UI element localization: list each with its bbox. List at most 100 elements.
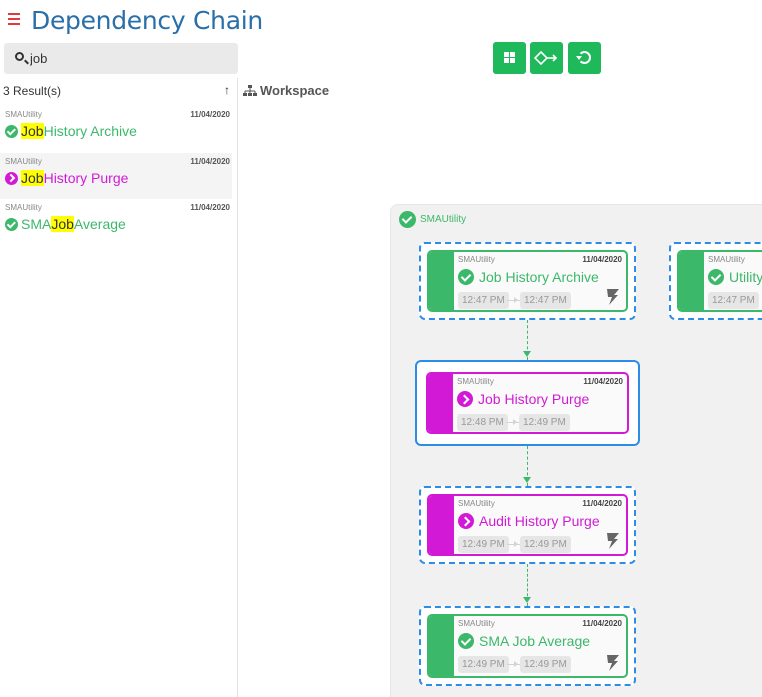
- job-node[interactable]: SMAUtility 11/04/2020 Audit History Purg…: [419, 486, 636, 564]
- job-node[interactable]: SMAUtility Utility 12:47 PM: [669, 242, 762, 320]
- job-card: SMAUtility 11/04/2020 Audit History Purg…: [427, 494, 628, 556]
- job-group: SMAUtility: [457, 377, 494, 386]
- job-group: SMAUtility: [458, 255, 495, 264]
- bolt-icon: [607, 655, 619, 671]
- job-name: Utility: [708, 269, 762, 285]
- job-group: SMAUtility: [708, 255, 745, 264]
- job-name-text: Utility: [729, 269, 762, 285]
- running-icon: [458, 513, 474, 529]
- bolt-icon: [607, 289, 619, 305]
- end-time: 12:49 PM: [520, 656, 571, 673]
- result-item[interactable]: SMAUtility 11/04/2020 SMA Job Average: [0, 199, 232, 245]
- workspace-label: Workspace: [243, 83, 329, 98]
- result-date: 11/04/2020: [190, 203, 230, 212]
- running-icon: [5, 171, 18, 185]
- success-icon: [5, 124, 18, 138]
- result-name: Job History Archive: [5, 123, 137, 139]
- running-icon: [457, 391, 473, 407]
- result-name-post: Average: [73, 216, 126, 232]
- job-group: SMAUtility: [458, 619, 495, 628]
- job-node[interactable]: SMAUtility 11/04/2020 Job History Archiv…: [419, 242, 636, 320]
- job-card: SMAUtility 11/04/2020 Job History Archiv…: [427, 250, 628, 312]
- diamond-arrow-icon: [534, 50, 558, 66]
- group-name: SMAUtility: [420, 214, 467, 225]
- job-group: SMAUtility: [458, 499, 495, 508]
- result-group: SMAUtility: [5, 203, 42, 212]
- dependency-arrow: [523, 320, 531, 360]
- start-time: 12:49 PM: [458, 536, 509, 553]
- arrow-right-icon: [507, 541, 520, 547]
- job-name-text: Job History Purge: [478, 391, 590, 407]
- success-icon: [458, 269, 474, 285]
- job-date: 11/04/2020: [583, 377, 623, 386]
- arrow-right-icon: [507, 661, 520, 667]
- layout-button[interactable]: [530, 42, 563, 74]
- result-name-pre: SMA: [21, 216, 52, 232]
- sitemap-icon: [243, 84, 257, 96]
- start-time: 12:47 PM: [708, 292, 759, 309]
- search-box[interactable]: [4, 43, 238, 74]
- workspace-label-text: Workspace: [260, 83, 330, 98]
- job-node[interactable]: SMAUtility 11/04/2020 SMA Job Average 12…: [419, 606, 636, 686]
- grid-view-button[interactable]: [493, 42, 526, 74]
- result-date: 11/04/2020: [190, 110, 230, 119]
- search-icon: [15, 52, 24, 61]
- job-name: SMA Job Average: [458, 633, 590, 649]
- start-time: 12:47 PM: [458, 292, 509, 309]
- job-name-text: Job History Archive: [479, 269, 599, 285]
- arrow-right-icon: [507, 297, 520, 303]
- sort-arrow-icon[interactable]: ↑: [224, 83, 230, 97]
- results-panel: 3 Result(s) ↑ SMAUtility 11/04/2020 Job …: [0, 78, 238, 697]
- start-time: 12:49 PM: [458, 656, 509, 673]
- search-input[interactable]: [30, 49, 230, 68]
- end-time: 12:49 PM: [519, 414, 570, 431]
- result-date: 11/04/2020: [190, 157, 230, 166]
- job-name-text: Audit History Purge: [479, 513, 600, 529]
- status-bar: [679, 252, 704, 310]
- result-item[interactable]: SMAUtility 11/04/2020 Job History Archiv…: [0, 106, 232, 152]
- search-highlight: Job: [21, 123, 44, 139]
- success-icon: [399, 211, 416, 228]
- dependency-arrow: [523, 564, 531, 606]
- dependency-arrow: [523, 446, 531, 486]
- header: Dependency Chain: [0, 0, 762, 40]
- job-date: 11/04/2020: [582, 255, 622, 264]
- success-icon: [5, 217, 18, 231]
- arrow-right-icon: [506, 419, 519, 425]
- result-name: SMA Job Average: [5, 216, 126, 232]
- search-highlight: Job: [21, 170, 44, 186]
- job-date: 11/04/2020: [582, 499, 622, 508]
- group-header: SMAUtility: [399, 211, 466, 228]
- bolt-icon: [607, 533, 619, 549]
- result-name-post: History Archive: [43, 123, 137, 139]
- refresh-button[interactable]: [568, 42, 601, 74]
- page-title: Dependency Chain: [31, 6, 263, 35]
- job-name: Audit History Purge: [458, 513, 600, 529]
- dependency-chain-app: Dependency Chain 3 Result(s) ↑ SMAUtilit…: [0, 0, 762, 697]
- result-name-post: History Purge: [43, 170, 129, 186]
- status-bar: [429, 616, 454, 676]
- refresh-icon: [576, 51, 591, 64]
- end-time: 12:49 PM: [520, 536, 571, 553]
- success-icon: [458, 633, 474, 649]
- start-time: 12:48 PM: [457, 414, 508, 431]
- job-card: SMAUtility 11/04/2020 SMA Job Average 12…: [427, 614, 628, 678]
- status-bar: [429, 496, 454, 554]
- job-name-text: SMA Job Average: [479, 633, 591, 649]
- job-name: Job History Archive: [458, 269, 599, 285]
- results-count: 3 Result(s): [3, 84, 62, 98]
- job-node-selected[interactable]: SMAUtility 11/04/2020 Job History Purge …: [415, 360, 640, 446]
- status-bar: [429, 252, 454, 310]
- result-group: SMAUtility: [5, 110, 42, 119]
- job-name: Job History Purge: [457, 391, 589, 407]
- result-item[interactable]: SMAUtility 11/04/2020 Job History Purge: [0, 153, 232, 199]
- hamburger-icon[interactable]: [8, 13, 20, 25]
- result-name: Job History Purge: [5, 170, 128, 186]
- end-time: 12:47 PM: [520, 292, 571, 309]
- job-card: SMAUtility 11/04/2020 Job History Purge …: [426, 372, 629, 434]
- job-card: SMAUtility Utility 12:47 PM: [677, 250, 762, 312]
- success-icon: [708, 269, 724, 285]
- search-highlight: Job: [51, 216, 74, 232]
- status-bar: [428, 374, 453, 432]
- grid-icon: [504, 52, 515, 63]
